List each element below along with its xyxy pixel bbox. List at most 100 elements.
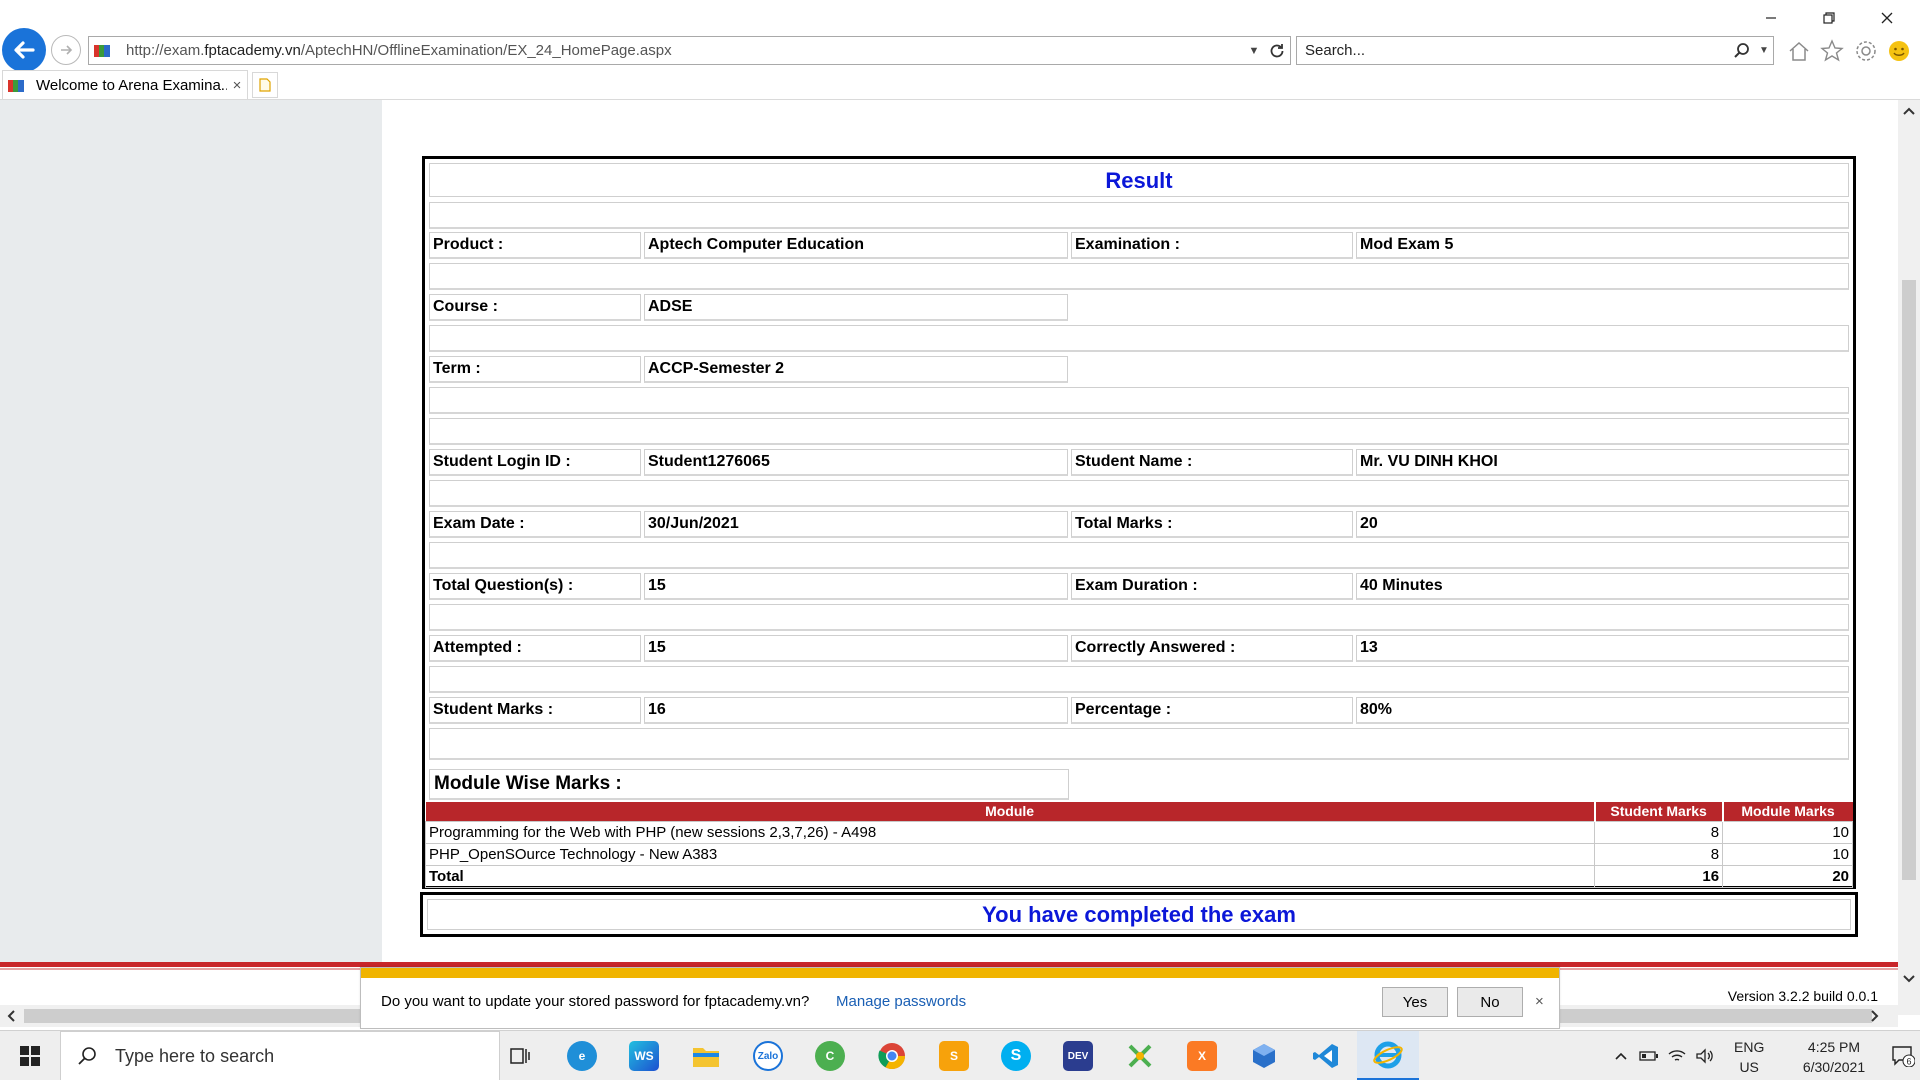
search-box[interactable]: ▼	[1296, 36, 1774, 65]
site-favicon-icon	[94, 44, 110, 57]
product-label: Product :	[429, 232, 641, 259]
volume-icon[interactable]	[1694, 1045, 1716, 1067]
no-button[interactable]: No	[1457, 987, 1523, 1017]
password-prompt-text: Do you want to update your stored passwo…	[381, 993, 810, 1010]
table-total-row: Total 16 20	[424, 864, 1853, 888]
file-explorer-icon[interactable]	[675, 1031, 737, 1080]
scroll-left-icon[interactable]	[0, 1005, 22, 1027]
left-gray-panel	[0, 100, 382, 962]
student-marks-label: Student Marks :	[429, 697, 641, 724]
notification-close-icon[interactable]: ×	[1535, 993, 1544, 1010]
total-marks-label: Total Marks :	[1071, 511, 1353, 538]
new-tab-button[interactable]	[252, 72, 278, 98]
login-id-label: Student Login ID :	[429, 449, 641, 476]
zalo-icon[interactable]: Zalo	[737, 1031, 799, 1080]
close-window-button[interactable]	[1867, 6, 1907, 30]
region-code: US	[1739, 1059, 1759, 1075]
tab-close-icon[interactable]: ×	[227, 77, 247, 94]
webstorm-icon[interactable]: WS	[613, 1031, 675, 1080]
system-clock[interactable]: 4:25 PM 6/30/2021	[1784, 1037, 1884, 1077]
module-marks-table: Module Student Marks Module Marks Progra…	[424, 802, 1853, 888]
scroll-up-icon[interactable]	[1898, 100, 1920, 122]
new-tab-icon	[259, 78, 271, 92]
search-input[interactable]	[1297, 37, 1729, 64]
skype-icon[interactable]: S	[985, 1031, 1047, 1080]
start-button[interactable]	[0, 1031, 60, 1080]
chrome-icon[interactable]	[861, 1031, 923, 1080]
search-dropdown-icon[interactable]: ▼	[1755, 45, 1773, 56]
scrollbar-thumb[interactable]	[1902, 280, 1916, 880]
student-name-value: Mr. VU DINH KHOI	[1356, 449, 1849, 476]
page-viewport: Result Product : Aptech Computer Educati…	[0, 100, 1898, 1015]
total-label-cell: Total	[424, 864, 1596, 888]
taskbar-search-placeholder: Type here to search	[115, 1045, 275, 1066]
scroll-down-icon[interactable]	[1898, 968, 1920, 990]
address-dropdown-icon[interactable]: ▼	[1244, 45, 1264, 57]
address-bar[interactable]: http://exam.fptacademy.vn/AptechHN/Offli…	[88, 36, 1291, 65]
tab-active[interactable]: Welcome to Arena Examina... ×	[2, 70, 248, 100]
windows-logo-icon	[20, 1046, 40, 1066]
examination-value: Mod Exam 5	[1356, 232, 1849, 259]
column-header-student-marks: Student Marks	[1594, 802, 1724, 821]
module-name-cell: Programming for the Web with PHP (new se…	[424, 820, 1596, 844]
forward-button[interactable]	[51, 35, 81, 65]
virtualbox-icon[interactable]	[1233, 1031, 1295, 1080]
favorites-star-icon[interactable]	[1819, 38, 1845, 64]
task-view-icon[interactable]	[489, 1031, 551, 1080]
spacer-row	[429, 728, 1849, 760]
result-title: Result	[429, 163, 1849, 197]
product-value: Aptech Computer Education	[644, 232, 1068, 259]
url-text[interactable]: http://exam.fptacademy.vn/AptechHN/Offli…	[126, 42, 1244, 59]
chevron-up-icon[interactable]	[1610, 1045, 1632, 1067]
module-wise-marks-heading: Module Wise Marks :	[429, 769, 1069, 800]
notification-center-icon[interactable]: 6	[1890, 1043, 1916, 1069]
exam-duration-label: Exam Duration :	[1071, 573, 1353, 600]
xampp-icon[interactable]: X	[1171, 1031, 1233, 1080]
module-marks-cell: 10	[1722, 820, 1853, 844]
refresh-icon[interactable]	[1264, 38, 1290, 64]
arrow-right-icon	[61, 45, 73, 55]
back-button[interactable]	[2, 28, 46, 72]
notification-count: 6	[1906, 1057, 1911, 1067]
system-tray: ENG US 4:25 PM 6/30/2021 6	[1600, 1031, 1920, 1080]
total-questions-label: Total Question(s) :	[429, 573, 641, 600]
examination-label: Examination :	[1071, 232, 1353, 259]
minimize-button[interactable]	[1751, 6, 1791, 30]
spacer-row	[429, 604, 1849, 631]
spacer-row	[429, 480, 1849, 507]
clock-date: 6/30/2021	[1802, 1059, 1866, 1075]
restore-button[interactable]	[1809, 6, 1849, 30]
module-marks-cell: 10	[1722, 842, 1853, 866]
spacer-row	[429, 387, 1849, 414]
vertical-scrollbar[interactable]	[1898, 100, 1920, 1015]
tool-app-icon[interactable]	[1109, 1031, 1171, 1080]
total-marks-value: 20	[1356, 511, 1849, 538]
manage-passwords-link[interactable]: Manage passwords	[836, 993, 966, 1010]
wifi-icon[interactable]	[1666, 1045, 1688, 1067]
internet-explorer-icon[interactable]	[1357, 1031, 1419, 1080]
taskbar-search-box[interactable]: Type here to search	[60, 1031, 500, 1080]
browser-chrome: http://exam.fptacademy.vn/AptechHN/Offli…	[0, 0, 1920, 100]
percentage-label: Percentage :	[1071, 697, 1353, 724]
edge-icon[interactable]: e	[551, 1031, 613, 1080]
feedback-smiley-icon[interactable]	[1886, 38, 1912, 64]
input-language-indicator[interactable]: ENG US	[1734, 1037, 1764, 1077]
spacer-row	[429, 542, 1849, 569]
scroll-right-icon[interactable]	[1864, 1005, 1886, 1027]
home-icon[interactable]	[1786, 38, 1812, 64]
exam-date-value: 30/Jun/2021	[644, 511, 1068, 538]
sublime-text-icon[interactable]: S	[923, 1031, 985, 1080]
coccoc-icon[interactable]: C	[799, 1031, 861, 1080]
notification-stripe	[361, 968, 1559, 978]
language-code: ENG	[1734, 1039, 1765, 1055]
term-value: ACCP-Semester 2	[644, 356, 1068, 383]
battery-icon[interactable]	[1638, 1045, 1660, 1067]
arrow-left-icon	[14, 41, 35, 59]
student-marks-value: 16	[644, 697, 1068, 724]
yes-button[interactable]: Yes	[1382, 987, 1448, 1017]
search-icon[interactable]	[1729, 38, 1755, 64]
devcpp-icon[interactable]: DEV	[1047, 1031, 1109, 1080]
settings-gear-icon[interactable]	[1853, 38, 1879, 64]
vscode-icon[interactable]	[1295, 1031, 1357, 1080]
tab-strip: Welcome to Arena Examina... ×	[0, 70, 1920, 100]
